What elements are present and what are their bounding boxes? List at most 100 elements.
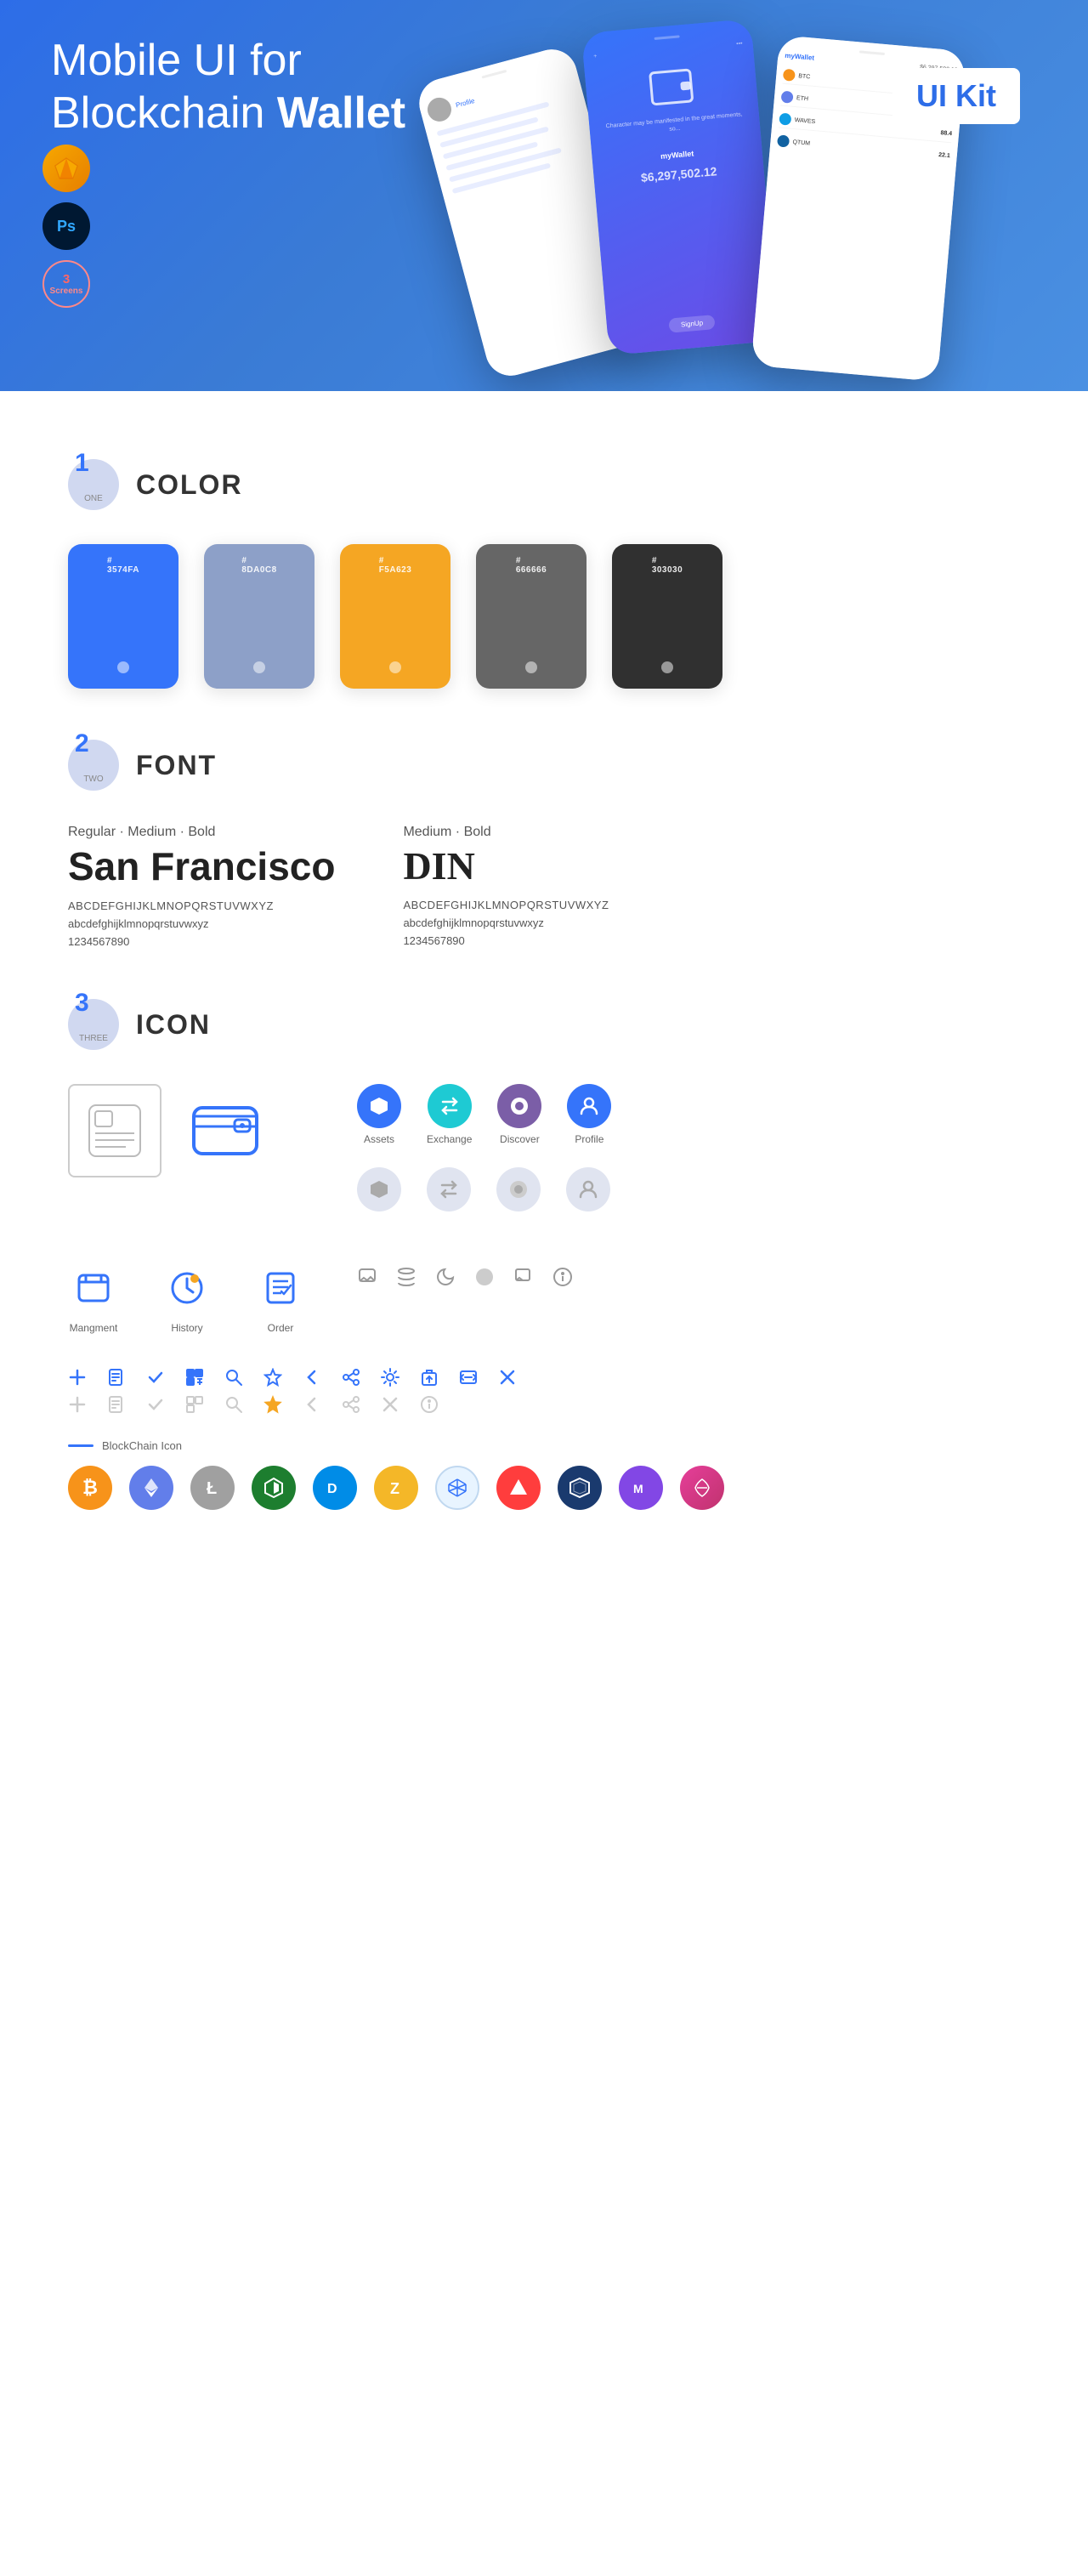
color-swatch-2: #8DA0C8 xyxy=(204,544,314,689)
din-numbers: 1234567890 xyxy=(403,934,609,947)
font-din: Medium · Bold DIN ABCDEFGHIJKLMNOPQRSTUV… xyxy=(403,825,609,948)
colored-icons-area: Assets Exchange Discover xyxy=(340,1084,611,1237)
moon-icon xyxy=(435,1267,456,1287)
icon-top-row: Assets Exchange Discover xyxy=(68,1084,1020,1237)
icon-mid-area: Mangment History xyxy=(68,1262,1020,1351)
section-1-badge: 1 ONE xyxy=(68,459,119,510)
share-icon xyxy=(342,1368,360,1387)
font-section-content: Regular · Medium · Bold San Francisco AB… xyxy=(68,825,1020,948)
star-icon-orange xyxy=(264,1395,282,1414)
sf-lowercase: abcdefghijklmnopqrstuvwxyz xyxy=(68,917,335,930)
crypto-ardr xyxy=(558,1466,602,1510)
section-3-badge: 3 THREE xyxy=(68,999,119,1050)
chat-icon xyxy=(357,1267,377,1287)
icon-profile-gray xyxy=(566,1167,610,1211)
sf-numbers: 1234567890 xyxy=(68,935,335,948)
check-icon xyxy=(146,1368,165,1387)
din-uppercase: ABCDEFGHIJKLMNOPQRSTUVWXYZ xyxy=(403,899,609,911)
din-lowercase: abcdefghijklmnopqrstuvwxyz xyxy=(403,916,609,929)
crypto-ltc: Ł xyxy=(190,1466,235,1510)
section-2-badge: 2 TWO xyxy=(68,740,119,791)
search-icon-gray xyxy=(224,1395,243,1414)
font-title: FONT xyxy=(136,750,217,781)
color-swatch-4: #666666 xyxy=(476,544,586,689)
crypto-ark xyxy=(496,1466,541,1510)
color-swatch-1: #3574FA xyxy=(68,544,178,689)
icon-assets: Assets xyxy=(357,1084,401,1145)
icon-title: ICON xyxy=(136,1009,211,1041)
icon-exchange-gray xyxy=(427,1167,471,1211)
wireframe-1 xyxy=(68,1084,162,1177)
icon-section-header: 3 THREE ICON xyxy=(68,999,1020,1050)
layers-icon xyxy=(396,1267,416,1287)
color-section-header: 1 ONE COLOR xyxy=(68,459,1020,510)
icon-assets-gray xyxy=(357,1167,401,1211)
doc-list-icon-gray xyxy=(107,1395,126,1414)
wallet-icon-filled xyxy=(178,1084,272,1177)
qr-icon-gray xyxy=(185,1395,204,1414)
screens-badge: 3 Screens xyxy=(42,260,90,308)
close-icon xyxy=(498,1368,517,1387)
sf-style: Regular · Medium · Bold xyxy=(68,825,335,840)
svg-text:Z: Z xyxy=(390,1480,400,1497)
hero-section: Mobile UI for Blockchain Wallet UI Kit P… xyxy=(0,0,1088,391)
icon-discover-gray xyxy=(496,1167,541,1211)
share-icon-gray xyxy=(342,1395,360,1414)
icon-tools-row2 xyxy=(68,1395,1020,1414)
crypto-zec: Z xyxy=(374,1466,418,1510)
svg-text:₿: ₿ xyxy=(82,1477,98,1498)
misc-row-1 xyxy=(357,1267,573,1287)
icon-profile: Profile xyxy=(567,1084,611,1145)
gray-icons-row xyxy=(357,1167,611,1211)
crypto-matic: M xyxy=(619,1466,663,1510)
plus-icon xyxy=(68,1368,87,1387)
order-label: Order xyxy=(268,1322,294,1334)
font-section-header: 2 TWO FONT xyxy=(68,740,1020,791)
info-icon xyxy=(552,1267,573,1287)
left-arrow-gray xyxy=(303,1395,321,1414)
svg-text:M: M xyxy=(633,1482,643,1495)
sf-name: San Francisco xyxy=(68,843,335,889)
misc-icons xyxy=(357,1262,573,1287)
star-icon xyxy=(264,1368,282,1387)
sketch-badge xyxy=(42,145,90,192)
hero-title: Mobile UI for Blockchain Wallet xyxy=(51,34,476,140)
management-label: Mangment xyxy=(70,1322,118,1334)
crypto-btc: ₿ xyxy=(68,1466,112,1510)
icon-management: Mangment xyxy=(68,1262,119,1334)
color-swatches: #3574FA #8DA0C8 #F5A623 #666666 #303030 xyxy=(68,544,1020,689)
crypto-eth xyxy=(129,1466,173,1510)
gear-icon xyxy=(381,1368,400,1387)
circle-icon xyxy=(474,1267,495,1287)
hero-badge: UI Kit xyxy=(892,68,1020,124)
color-swatch-3: #F5A623 xyxy=(340,544,450,689)
colored-icons-row1: Assets Exchange Discover xyxy=(357,1084,611,1145)
phone-2: + ••• Character may be manifested in the… xyxy=(581,19,779,355)
color-swatch-5: #303030 xyxy=(612,544,722,689)
hero-tool-badges: Ps 3 Screens xyxy=(42,145,90,308)
qr-icon xyxy=(185,1368,204,1387)
din-name: DIN xyxy=(403,843,609,888)
box-arrow-icon xyxy=(420,1368,439,1387)
main-content: 1 ONE COLOR #3574FA #8DA0C8 #F5A623 #666… xyxy=(0,391,1088,1595)
icon-order: Order xyxy=(255,1262,306,1334)
icon-exchange: Exchange xyxy=(427,1084,472,1145)
ps-badge: Ps xyxy=(42,202,90,250)
crypto-grid xyxy=(435,1466,479,1510)
search-icon xyxy=(224,1368,243,1387)
blockchain-line xyxy=(68,1444,94,1447)
info-icon-gray xyxy=(420,1395,439,1414)
din-style: Medium · Bold xyxy=(403,825,609,840)
crypto-neo xyxy=(252,1466,296,1510)
transfer-icon xyxy=(459,1368,478,1387)
crypto-icons-row: ₿ Ł D Z xyxy=(68,1466,1020,1510)
crypto-dash: D xyxy=(313,1466,357,1510)
svg-text:Ł: Ł xyxy=(207,1479,217,1498)
left-arrow-icon xyxy=(303,1368,321,1387)
doc-list-icon xyxy=(107,1368,126,1387)
sf-uppercase: ABCDEFGHIJKLMNOPQRSTUVWXYZ xyxy=(68,899,335,912)
mgmt-history-order: Mangment History xyxy=(68,1262,306,1334)
icon-tools-row1 xyxy=(68,1368,1020,1387)
message-icon xyxy=(513,1267,534,1287)
plus-icon-gray xyxy=(68,1395,87,1414)
